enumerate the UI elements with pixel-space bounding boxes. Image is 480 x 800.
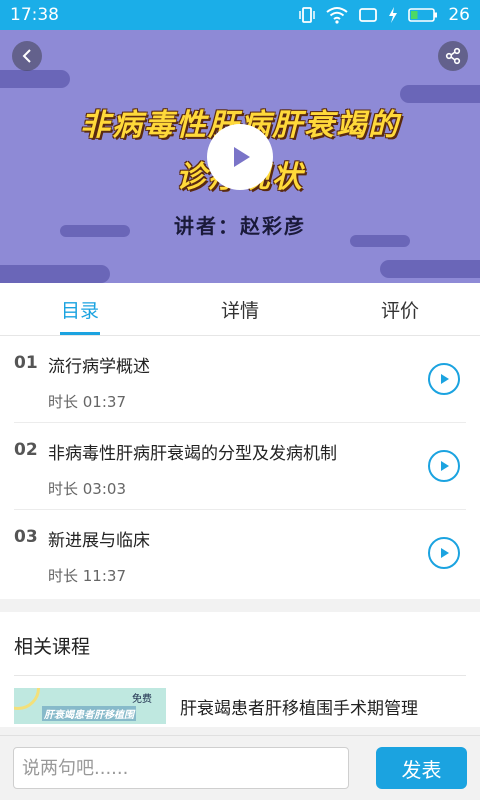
play-video-button[interactable]: [207, 124, 273, 190]
lesson-duration: 时长 11:37: [48, 567, 126, 585]
charging-icon: [388, 7, 398, 23]
comment-input[interactable]: [13, 747, 349, 789]
share-icon: [445, 47, 461, 65]
chevron-left-icon: [22, 49, 31, 63]
related-course-item[interactable]: 免费 肝衰竭患者肝移植围 肝衰竭患者肝移植围手术期管理: [14, 688, 466, 724]
submit-comment-button[interactable]: 发表: [376, 747, 467, 789]
back-button[interactable]: [12, 41, 42, 71]
lesson-item[interactable]: 02 非病毒性肝病肝衰竭的分型及发病机制 时长 03:03: [14, 423, 466, 510]
wifi-icon: [326, 6, 348, 24]
lesson-item[interactable]: 01 流行病学概述 时长 01:37: [14, 336, 466, 423]
course-title: 肝衰竭患者肝移植围手术期管理: [180, 698, 418, 719]
related-courses-section: 相关课程 免费 肝衰竭患者肝移植围 肝衰竭患者肝移植围手术期管理: [0, 612, 480, 727]
tab-reviews[interactable]: 评价: [320, 283, 480, 335]
share-button[interactable]: [438, 41, 468, 71]
lesson-play-button[interactable]: [428, 363, 460, 395]
arc-decoration: [14, 688, 40, 710]
lesson-title: 非病毒性肝病肝衰竭的分型及发病机制: [48, 444, 337, 464]
tab-bar: 目录 详情 评价: [0, 283, 480, 336]
divider: [14, 675, 466, 676]
lesson-item[interactable]: 03 新进展与临床 时长 11:37: [14, 510, 466, 597]
play-icon: [441, 548, 449, 558]
lesson-number: 03: [14, 527, 38, 547]
thumbnail-title: 肝衰竭患者肝移植围: [42, 706, 136, 721]
lesson-number: 01: [14, 353, 38, 373]
status-time: 17:38: [10, 5, 59, 25]
play-icon: [234, 147, 250, 167]
cloud-decoration: [0, 70, 70, 88]
lesson-title: 新进展与临床: [48, 531, 150, 551]
battery-icon: [408, 7, 438, 23]
course-thumbnail: 免费 肝衰竭患者肝移植围: [14, 688, 166, 724]
play-icon: [441, 461, 449, 471]
lesson-duration: 时长 01:37: [48, 393, 126, 411]
lesson-number: 02: [14, 440, 38, 460]
lesson-list: 01 流行病学概述 时长 01:37 02 非病毒性肝病肝衰竭的分型及发病机制 …: [0, 336, 480, 599]
play-icon: [441, 374, 449, 384]
lesson-title: 流行病学概述: [48, 357, 150, 377]
tab-catalog[interactable]: 目录: [0, 283, 160, 335]
tab-details[interactable]: 详情: [160, 283, 320, 335]
cloud-decoration: [380, 260, 480, 278]
vibrate-icon: [298, 6, 316, 24]
cloud-decoration: [0, 265, 110, 283]
free-tag: 免费: [132, 694, 152, 705]
lesson-duration: 时长 03:03: [48, 480, 126, 498]
cover-speaker: 讲者：赵彩彦: [174, 214, 306, 238]
status-bar: 17:38 26: [0, 0, 480, 30]
battery-level: 26: [448, 5, 470, 25]
lesson-play-button[interactable]: [428, 537, 460, 569]
lesson-play-button[interactable]: [428, 450, 460, 482]
screen-icon: [358, 7, 378, 23]
related-heading: 相关课程: [14, 636, 91, 658]
comment-bar: 发表: [0, 735, 480, 800]
video-cover[interactable]: 非病毒性肝病肝衰竭的 诊疗现状 讲者：赵彩彦: [0, 30, 480, 283]
